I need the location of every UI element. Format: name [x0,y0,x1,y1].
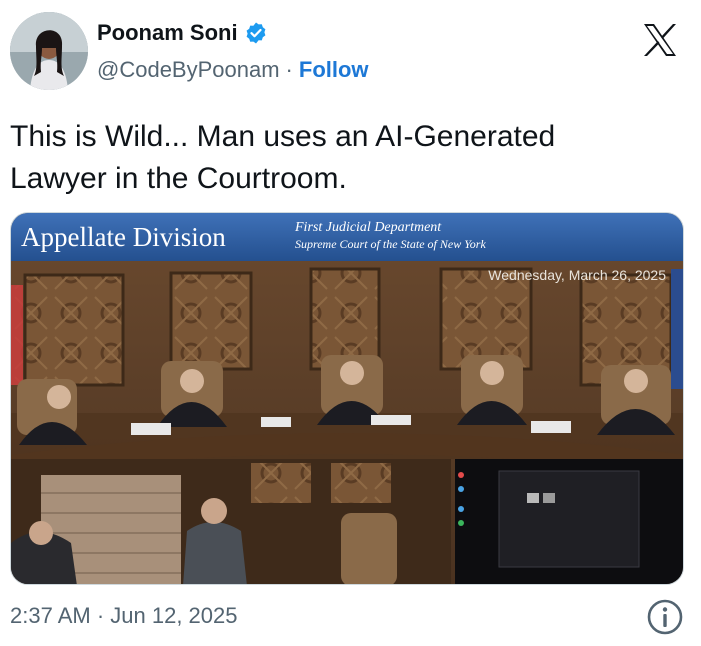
tweet-header: Poonam Soni @CodeByPoonam · Follow [10,12,690,92]
tweet-video[interactable]: Appellate Division First Judicial Depart… [10,212,684,585]
author-name[interactable]: Poonam Soni [97,20,238,46]
tweet-timestamp[interactable]: 2:37 AM · Jun 12, 2025 [10,603,238,629]
info-icon[interactable] [646,598,684,636]
follow-button[interactable]: Follow [299,57,369,82]
date-overlay: Wednesday, March 26, 2025 [488,267,666,283]
author-handle[interactable]: @CodeByPoonam [97,57,280,82]
banner-subtitle-1: First Judicial Department [294,220,442,235]
banner-subtitle-2: Supreme Court of the State of New York [295,237,486,251]
x-logo-icon[interactable] [638,18,682,62]
tweet-text: This is Wild... Man uses an AI-Generated… [10,120,556,195]
verified-badge-icon [244,21,268,45]
avatar[interactable] [10,12,88,90]
separator-dot: · [285,57,293,82]
banner-title: Appellate Division [21,222,226,252]
author-name-row: Poonam Soni [97,20,268,46]
handle-row: @CodeByPoonam · Follow [97,57,369,83]
